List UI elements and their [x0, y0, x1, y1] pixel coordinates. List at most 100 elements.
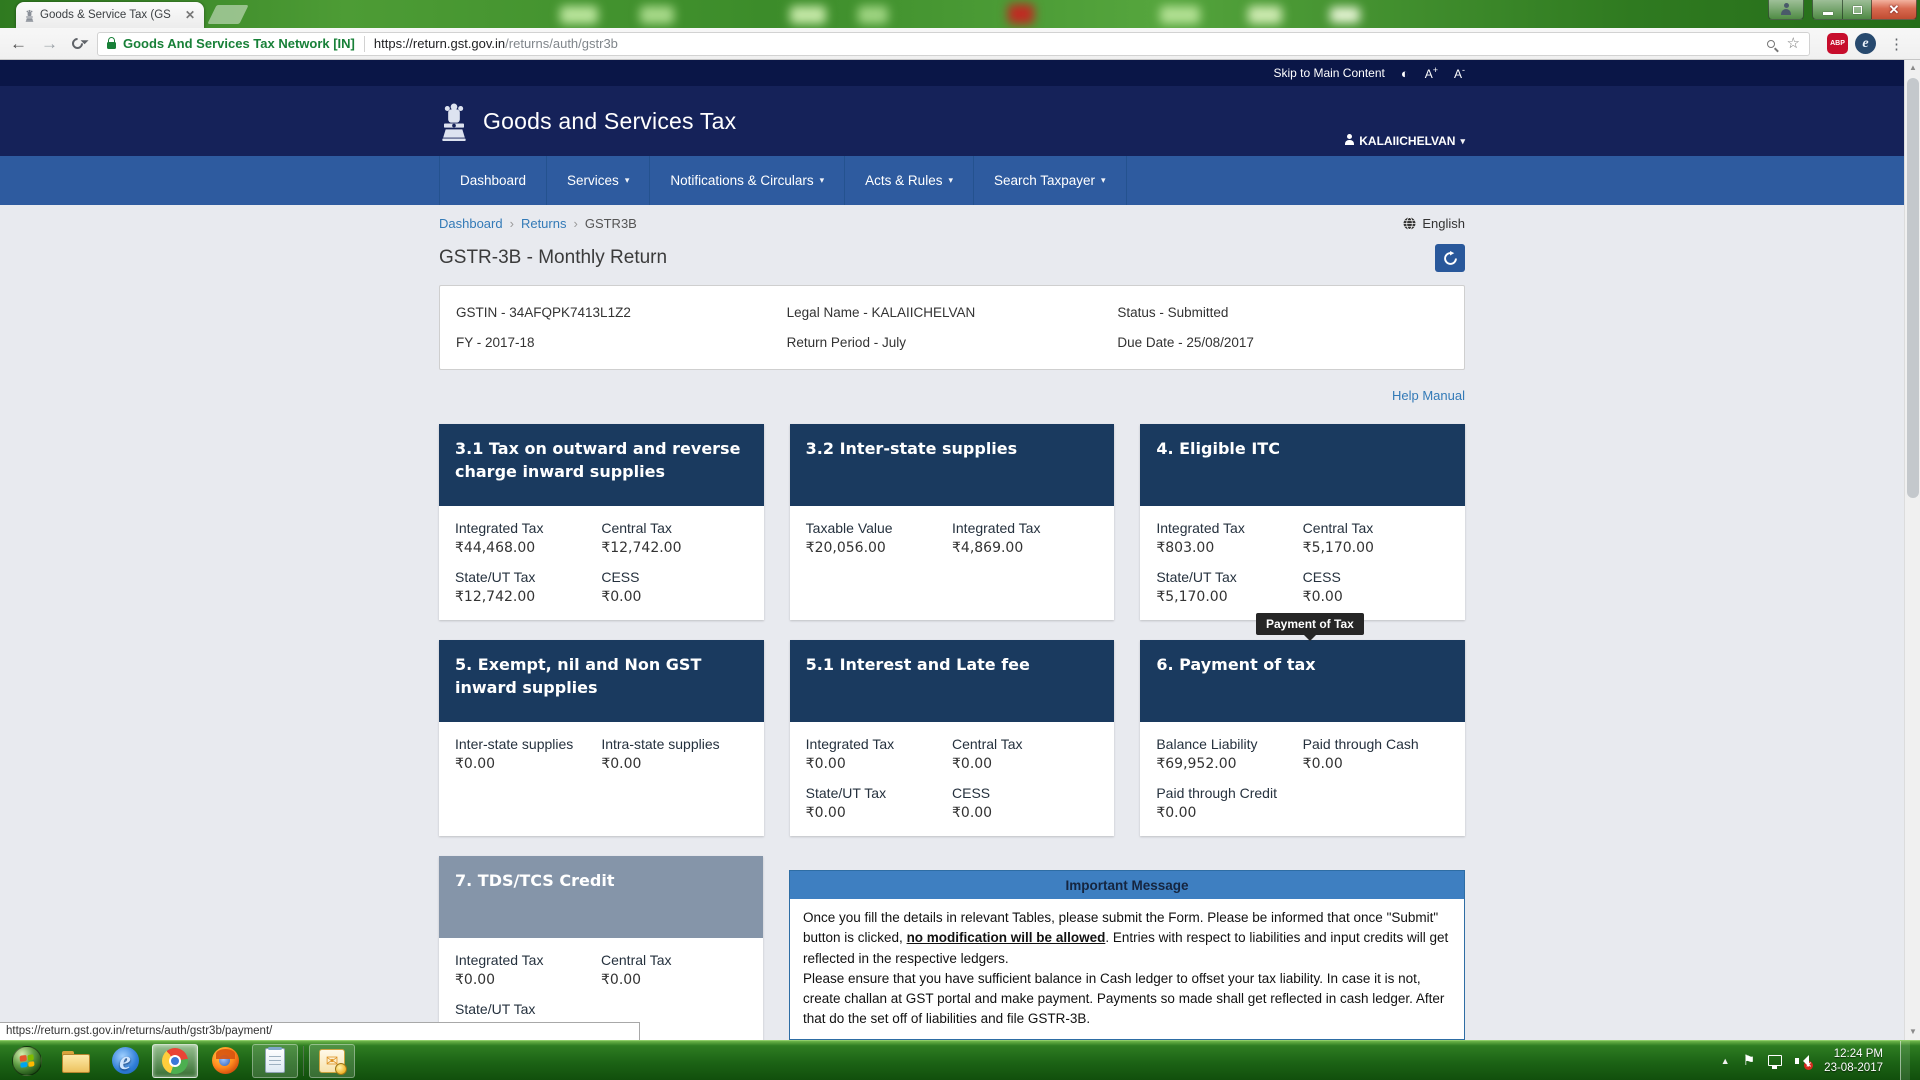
tab-title: Goods & Service Tax (GS	[40, 9, 179, 21]
back-button[interactable]: ←	[10, 35, 27, 52]
page-zoom-icon[interactable]	[1767, 40, 1775, 48]
tab-close-icon[interactable]: ✕	[183, 8, 197, 22]
window-close-button[interactable]: ✕	[1871, 0, 1917, 20]
ev-certificate-label[interactable]: Goods And Services Tax Network [IN]	[123, 36, 355, 51]
show-desktop-button[interactable]	[1900, 1041, 1910, 1080]
card-4-eligible-itc[interactable]: 4. Eligible ITC Integrated Tax₹803.00 Ce…	[1140, 424, 1465, 620]
card-title: 3.1 Tax on outward and reverse charge in…	[439, 424, 764, 506]
important-message-panel: Important Message Once you fill the deta…	[789, 870, 1465, 1040]
ie-tab-extension-icon[interactable]: e	[1855, 33, 1876, 54]
card-field: State/UT Tax₹12,742.00	[455, 569, 601, 605]
wallpaper-blob	[1008, 4, 1034, 24]
nav-item-services[interactable]: Services▾	[546, 156, 649, 205]
card-field: Intra-state supplies₹0.00	[601, 736, 747, 772]
payment-of-tax-tooltip: Payment of Tax	[1256, 613, 1364, 635]
scrollbar-thumb[interactable]	[1907, 78, 1919, 498]
folder-icon	[62, 1051, 88, 1071]
tray-expand-icon[interactable]: ▲	[1721, 1056, 1730, 1066]
restore-icon	[1853, 6, 1862, 14]
browser-tab[interactable]: Goods & Service Tax (GS ✕	[16, 2, 204, 28]
action-center-flag-icon[interactable]: ⚑	[1743, 1052, 1756, 1069]
summary-gstin: GSTIN - 34AFQPK7413L1Z2	[456, 305, 787, 320]
windows-logo-icon	[19, 1054, 34, 1067]
site-header: Goods and Services Tax KALAIICHELVAN ▾	[0, 86, 1904, 156]
mute-badge: ✕	[1804, 1061, 1813, 1070]
main-navigation: Dashboard Services▾ Notifications & Circ…	[0, 156, 1904, 205]
card-field: CESS₹0.00	[1303, 569, 1449, 605]
lock-icon	[107, 42, 116, 49]
card-field: Integrated Tax₹803.00	[1156, 520, 1302, 556]
wallpaper-blob	[640, 6, 674, 24]
url-host: https://return.gst.gov.in	[374, 36, 505, 51]
taskbar-outlook-button[interactable]: ✉	[309, 1044, 355, 1078]
window-profile-button[interactable]	[1768, 0, 1804, 20]
volume-muted-icon[interactable]: ✕	[1795, 1055, 1811, 1067]
nav-item-dashboard[interactable]: Dashboard	[439, 156, 546, 205]
taskbar-chrome-button[interactable]	[152, 1044, 198, 1078]
card-3-1-outward-supplies[interactable]: 3.1 Tax on outward and reverse charge in…	[439, 424, 764, 620]
taskbar-explorer-button[interactable]	[52, 1044, 98, 1078]
wallpaper-blob	[1160, 6, 1200, 24]
card-7-tds-tcs-credit[interactable]: 7. TDS/TCS Credit Integrated Tax₹0.00 Ce…	[439, 856, 763, 1040]
bookmark-star-icon[interactable]: ☆	[1787, 36, 1800, 51]
breadcrumb-returns[interactable]: Returns	[521, 216, 567, 231]
page-scrollbar[interactable]: ▲ ▼	[1904, 60, 1920, 1040]
card-field: Central Tax₹0.00	[952, 736, 1098, 772]
url-bar[interactable]: Goods And Services Tax Network [IN] http…	[97, 32, 1810, 56]
taskbar-clock[interactable]: 12:24 PM 23-08-2017	[1824, 1047, 1883, 1075]
adblock-extension-icon[interactable]: ABP	[1827, 33, 1848, 54]
card-title: 5. Exempt, nil and Non GST inward suppli…	[439, 640, 764, 722]
skip-to-main-link[interactable]: Skip to Main Content	[1273, 66, 1384, 80]
card-field: Balance Liability₹69,952.00	[1156, 736, 1302, 772]
person-icon	[1782, 7, 1790, 15]
scroll-up-arrow-icon[interactable]: ▲	[1905, 60, 1920, 76]
breadcrumb-dashboard[interactable]: Dashboard	[439, 216, 503, 231]
chevron-down-icon: ▾	[820, 156, 825, 205]
clock-time: 12:24 PM	[1824, 1047, 1883, 1061]
nav-item-notifications[interactable]: Notifications & Circulars▾	[649, 156, 844, 205]
network-icon[interactable]	[1768, 1055, 1782, 1066]
card-field: Integrated Tax₹4,869.00	[952, 520, 1098, 556]
window-minimize-button[interactable]	[1812, 0, 1842, 20]
desktop-wallpaper-strip: Goods & Service Tax (GS ✕ ✕	[0, 0, 1920, 28]
firefox-icon	[212, 1047, 239, 1074]
browser-menu-icon[interactable]: ⋮	[1889, 35, 1904, 53]
help-manual-link[interactable]: Help Manual	[1392, 388, 1465, 403]
card-field: Integrated Tax₹44,468.00	[455, 520, 601, 556]
card-5-1-interest-late-fee[interactable]: 5.1 Interest and Late fee Integrated Tax…	[790, 640, 1115, 836]
font-decrease-button[interactable]: A-	[1454, 65, 1465, 81]
wallpaper-blob	[790, 6, 826, 24]
window-restore-button[interactable]	[1842, 0, 1871, 20]
screen: Goods & Service Tax (GS ✕ ✕ ← → Goods An…	[0, 0, 1920, 1080]
refresh-return-button[interactable]	[1435, 244, 1465, 272]
card-3-2-inter-state-supplies[interactable]: 3.2 Inter-state supplies Taxable Value₹2…	[790, 424, 1115, 620]
site-title: Goods and Services Tax	[483, 108, 736, 135]
page-title: GSTR-3B - Monthly Return	[439, 247, 667, 269]
nav-item-search-taxpayer[interactable]: Search Taxpayer▾	[973, 156, 1127, 205]
contrast-toggle-icon[interactable]: ◐	[1401, 67, 1409, 80]
globe-icon	[1403, 217, 1416, 230]
card-6-payment-of-tax[interactable]: 6. Payment of tax Balance Liability₹69,9…	[1140, 640, 1465, 836]
card-field: Paid through Cash₹0.00	[1303, 736, 1449, 772]
user-menu[interactable]: KALAIICHELVAN ▾	[1345, 134, 1465, 148]
taskbar-firefox-button[interactable]	[202, 1044, 248, 1078]
font-increase-button[interactable]: A+	[1425, 65, 1438, 81]
nav-item-acts-rules[interactable]: Acts & Rules▾	[844, 156, 973, 205]
reload-button[interactable]	[70, 36, 86, 52]
start-button[interactable]	[12, 1046, 42, 1076]
summary-legal-name: Legal Name - KALAIICHELVAN	[787, 305, 1118, 320]
india-emblem-icon	[439, 101, 469, 141]
wallpaper-blob	[560, 6, 598, 24]
forward-button[interactable]: →	[41, 35, 58, 52]
breadcrumb: Dashboard›Returns›GSTR3B	[439, 216, 637, 231]
taskbar-ie-button[interactable]: e	[102, 1044, 148, 1078]
taskbar-notepad-button[interactable]	[252, 1044, 298, 1078]
accessibility-bar: Skip to Main Content ◐ A+ A-	[0, 60, 1904, 86]
language-selector[interactable]: English	[1403, 216, 1465, 231]
card-field: Central Tax₹12,742.00	[601, 520, 747, 556]
scroll-down-arrow-icon[interactable]: ▼	[1905, 1024, 1920, 1040]
new-tab-button[interactable]	[207, 5, 248, 24]
card-5-exempt-supplies[interactable]: 5. Exempt, nil and Non GST inward suppli…	[439, 640, 764, 836]
card-field: State/UT Tax₹0.00	[806, 785, 952, 821]
wallpaper-blob	[1330, 7, 1360, 23]
